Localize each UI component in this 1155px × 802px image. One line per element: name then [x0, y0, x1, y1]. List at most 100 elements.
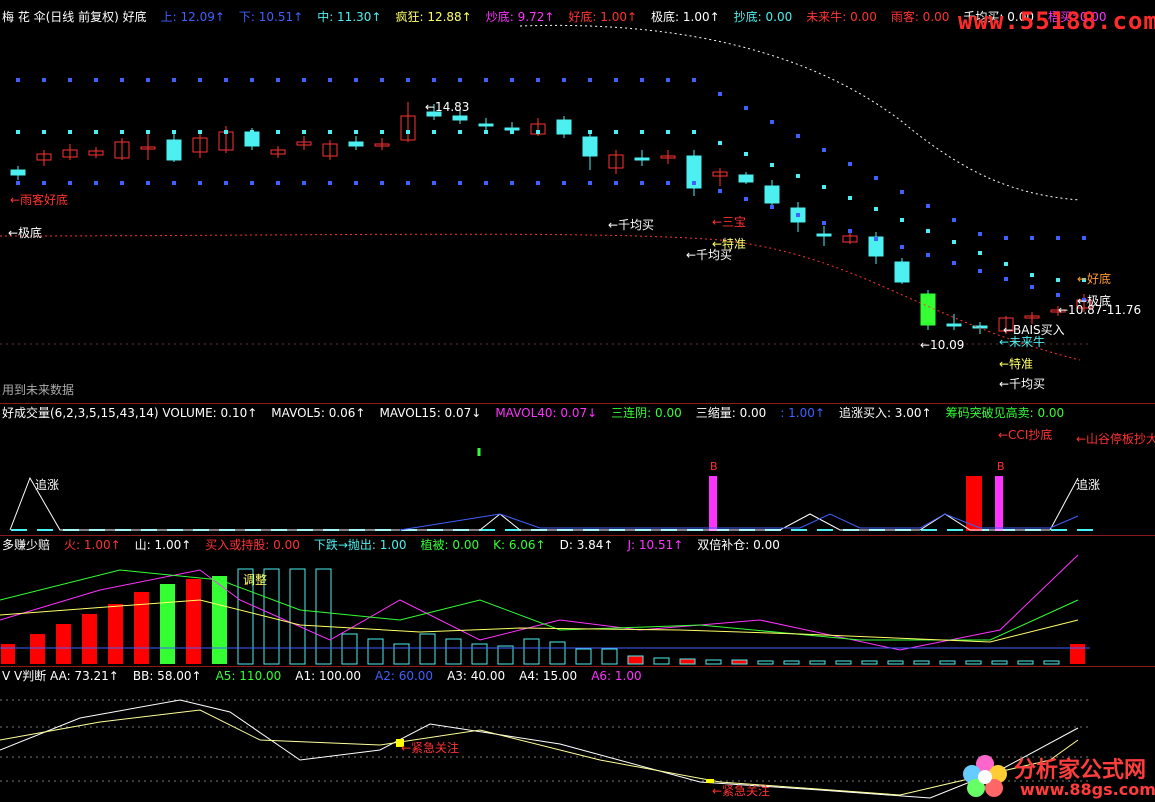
signal-tiaozheng: 调整 — [243, 573, 268, 587]
lower-band-dot — [1056, 293, 1060, 297]
middle-band-dot — [146, 130, 150, 134]
lower-band-dot — [198, 181, 202, 185]
lower-band-dot — [718, 189, 722, 193]
upper-band-dot — [614, 78, 618, 82]
middle-band-dot — [120, 130, 124, 134]
middle-band-dot — [406, 130, 410, 134]
signal-qianjunmai: ←千均买 — [999, 377, 1046, 391]
lower-band-dot — [328, 181, 332, 185]
middle-band-dot — [432, 130, 436, 134]
lower-band-dot — [562, 181, 566, 185]
kd-bar — [134, 592, 149, 664]
lower-band-dot — [406, 181, 410, 185]
middle-band-dot — [926, 229, 930, 233]
lower-band-dot — [1030, 285, 1034, 289]
upper-band-dot — [406, 78, 410, 82]
upper-band-dot — [1030, 236, 1034, 240]
volume-bar — [1051, 529, 1067, 531]
middle-band-dot — [588, 130, 592, 134]
candlestick — [816, 233, 832, 237]
lower-band-dot — [1004, 277, 1008, 281]
middle-band-dot — [94, 130, 98, 134]
candlestick — [504, 127, 520, 131]
middle-band-dot — [380, 130, 384, 134]
signal-jidi: ←极底 — [1077, 294, 1112, 308]
kd-bar — [601, 648, 618, 665]
lower-band-dot — [952, 261, 956, 265]
kd-bar — [445, 638, 462, 665]
kd-bar — [289, 568, 306, 665]
kd-bar — [809, 660, 826, 665]
upper-band-dot — [302, 78, 306, 82]
middle-band-dot — [224, 130, 228, 134]
lower-band-dot — [172, 181, 176, 185]
candlestick — [634, 157, 650, 161]
upper-band-dot — [718, 92, 722, 96]
signal-haodi: ←好底 — [1077, 272, 1112, 286]
middle-band-dot — [458, 130, 462, 134]
lower-band-dot — [432, 181, 436, 185]
upper-band-dot — [432, 78, 436, 82]
kd-bar — [1, 644, 15, 664]
kd-bar — [56, 624, 71, 664]
volume-bar — [791, 529, 807, 531]
middle-band-dot — [68, 130, 72, 134]
middle-band-dot — [1030, 273, 1034, 277]
lower-band-dot — [458, 181, 462, 185]
lower-band-dot — [354, 181, 358, 185]
upper-band-dot — [900, 190, 904, 194]
middle-band-dot — [276, 130, 280, 134]
signal-qianjunmai: ←千均买 — [608, 218, 655, 232]
kd-bar — [471, 643, 488, 665]
logo-url: www.88gs.com — [1020, 780, 1155, 799]
upper-band-dot — [146, 78, 150, 82]
kd-bar — [887, 660, 904, 665]
zhuizhang-line — [9, 476, 1079, 531]
candlestick — [244, 131, 260, 147]
kd-bar — [549, 641, 566, 665]
middle-band-dot — [198, 130, 202, 134]
volume-bar — [11, 529, 27, 531]
upper-band-dot — [536, 78, 540, 82]
lower-band-dot — [822, 221, 826, 225]
candlestick — [10, 169, 26, 176]
middle-band-dot — [874, 207, 878, 211]
middle-band-dot — [796, 174, 800, 178]
volume-bar — [817, 529, 833, 531]
middle-band-dot — [770, 163, 774, 167]
volume-bar-highlight — [709, 476, 717, 531]
upper-band-dot — [198, 78, 202, 82]
kd-bar — [367, 638, 384, 665]
kd-bar — [627, 655, 644, 665]
kd-bar — [1017, 660, 1034, 665]
lower-band-dot — [484, 181, 488, 185]
candlestick — [478, 123, 494, 127]
signal-weilainiu: ←未来牛 — [999, 335, 1046, 349]
upper-band-dot — [874, 176, 878, 180]
kd-bar — [1070, 644, 1085, 664]
volume-bar — [37, 529, 53, 531]
lower-band-dot — [120, 181, 124, 185]
lower-band-dot — [16, 181, 20, 185]
upper-band-dot — [484, 78, 488, 82]
kd-bar — [341, 633, 358, 665]
signal-focus: ←紧急关注 — [712, 784, 771, 798]
upper-band-dot — [16, 78, 20, 82]
kd-bar — [861, 660, 878, 665]
middle-band-dot — [848, 196, 852, 200]
kd-bar — [705, 659, 722, 665]
middle-band-dot — [328, 130, 332, 134]
lower-band-dot — [926, 253, 930, 257]
upper-band-dot — [770, 120, 774, 124]
volume-bar — [921, 529, 937, 531]
stock-chart-canvas[interactable] — [0, 0, 1155, 802]
lower-band-dot — [42, 181, 46, 185]
middle-band-dot — [484, 130, 488, 134]
kd-bar — [783, 660, 800, 665]
high-price-label: ←14.83 — [425, 100, 470, 114]
upper-band-dot — [796, 134, 800, 138]
middle-band-dot — [172, 130, 176, 134]
kd-bar — [575, 648, 592, 665]
upper-band-dot — [94, 78, 98, 82]
dashed-curve — [519, 24, 1081, 201]
